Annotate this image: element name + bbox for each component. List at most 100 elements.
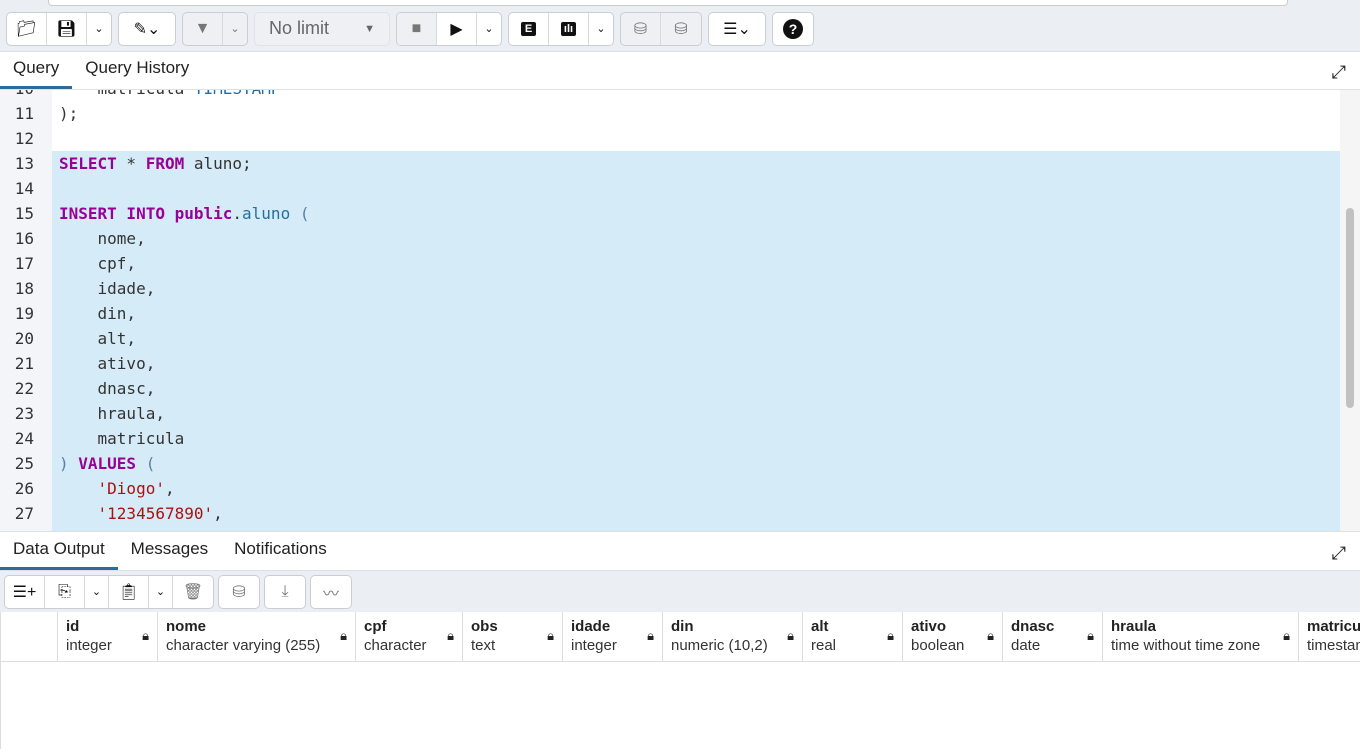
scrollbar-thumb[interactable] — [1346, 208, 1354, 408]
explain-button[interactable]: E — [509, 12, 549, 45]
code-token: aluno — [242, 204, 291, 223]
code-token: ativo, — [59, 354, 156, 373]
download-button[interactable]: ⤓ — [265, 576, 305, 608]
paste-options-button[interactable]: ⌄ — [149, 575, 173, 608]
code-line: 19 din, — [0, 301, 1340, 326]
row-number-header[interactable] — [1, 612, 58, 661]
code-token: , — [213, 504, 223, 523]
line-number: 23 — [14, 404, 34, 423]
code-token: matricula — [59, 429, 185, 448]
code-token: * — [116, 154, 146, 173]
filter-options-button[interactable]: ⌄ — [223, 13, 247, 45]
code-line: 16 nome, — [0, 226, 1340, 251]
tab-query[interactable]: Query — [0, 58, 73, 89]
play-icon: ▶ — [450, 20, 463, 38]
copy-options-button[interactable]: ⌄ — [85, 575, 109, 608]
line-number: 16 — [14, 229, 34, 248]
filter-button[interactable]: ▼ — [183, 12, 223, 45]
save-button[interactable]: 💾︎ — [47, 12, 87, 45]
column-header-obs[interactable]: obs text 🔒︎ — [463, 612, 563, 661]
column-header-idade[interactable]: idade integer 🔒︎ — [563, 612, 663, 661]
trash-icon: 🗑︎ — [182, 583, 204, 601]
code-line: 14 — [0, 176, 1340, 201]
code-line: 22 dnasc, — [0, 376, 1340, 401]
line-chart-icon: 〰 — [322, 585, 339, 603]
tab-data-output[interactable]: Data Output — [0, 539, 118, 570]
code-token: 'Diogo' — [97, 479, 165, 498]
stop-button[interactable]: ■ — [397, 12, 437, 45]
column-type: time without time zone — [1111, 637, 1261, 654]
graph-button[interactable]: 〰 — [311, 576, 351, 608]
add-row-button[interactable]: ☰+ — [5, 575, 45, 608]
column-header-alt[interactable]: alt real 🔒︎ — [803, 612, 903, 661]
help-button[interactable]: ? — [773, 13, 813, 45]
edit-button[interactable]: ✎⌄ — [119, 13, 175, 45]
filter-group: ▼ ⌄ — [182, 11, 248, 46]
expand-icon[interactable]: ⤢ — [1332, 543, 1346, 564]
column-header-id[interactable]: id integer 🔒︎ — [58, 612, 158, 661]
code-text: ) VALUES ( — [59, 451, 155, 476]
editor-scrollbar[interactable] — [1340, 90, 1360, 531]
code-token: TIMESTAMP — [194, 90, 281, 98]
explain-analyze-icon: ılı — [560, 21, 577, 36]
download-group: ⤓ — [264, 574, 306, 609]
column-name: dnasc — [1011, 618, 1055, 635]
copy-icon: ⎘ — [58, 582, 71, 600]
open-file-button[interactable]: 📁︎ — [7, 12, 47, 45]
column-header-hraula[interactable]: hraula time without time zone 🔒︎ — [1103, 612, 1299, 661]
line-number: 26 — [14, 479, 34, 498]
line-number: 27 — [14, 504, 34, 523]
tab-notifications[interactable]: Notifications — [221, 539, 340, 570]
save-data-button[interactable]: ⛁ — [219, 576, 259, 608]
macros-button[interactable]: ☰⌄ — [709, 13, 765, 45]
explain-analyze-button[interactable]: ılı — [549, 12, 589, 45]
rollback-button[interactable]: ⛁ — [661, 13, 701, 45]
code-line: 15 INSERT INTO public.aluno ( — [0, 201, 1340, 226]
execute-button[interactable]: ▶ — [437, 12, 477, 45]
download-icon: ⤓ — [281, 582, 289, 600]
copy-button[interactable]: ⎘ — [45, 575, 85, 608]
column-header-matricula[interactable]: matriculatimestamp🔒︎ — [1299, 612, 1360, 661]
macros-icon: ☰⌄ — [723, 20, 751, 38]
column-type: real — [811, 637, 837, 654]
lock-icon: 🔒︎ — [340, 628, 347, 643]
code-token: idade, — [59, 279, 156, 298]
tab-messages[interactable]: Messages — [118, 539, 221, 570]
line-number: 17 — [14, 254, 34, 273]
save-data-group: ⛁ — [218, 574, 260, 609]
lock-icon: 🔒︎ — [447, 628, 454, 643]
code-token: cpf, — [59, 254, 137, 273]
column-type: integer — [66, 637, 112, 654]
column-header-cpf[interactable]: cpf character 🔒︎ — [356, 612, 463, 661]
explain-group: E ılı ⌄ — [508, 11, 614, 46]
column-type: character varying (255) — [166, 637, 321, 654]
line-number: 15 — [14, 204, 34, 223]
explain-options-button[interactable]: ⌄ — [589, 13, 613, 45]
expand-icon[interactable]: ⤢ — [1332, 62, 1346, 83]
save-options-button[interactable]: ⌄ — [87, 13, 111, 45]
code-line: 26 'Diogo', — [0, 476, 1340, 501]
line-number: 21 — [14, 354, 34, 373]
column-name: obs — [471, 618, 498, 635]
commit-icon: ⛁ — [633, 20, 648, 38]
commit-button[interactable]: ⛁ — [621, 12, 661, 45]
row-group: ☰+ ⎘ ⌄ 📋︎ ⌄ 🗑︎ — [4, 574, 214, 609]
delete-button[interactable]: 🗑︎ — [173, 576, 213, 608]
column-header-dnasc[interactable]: dnasc date 🔒︎ — [1003, 612, 1103, 661]
lock-icon: 🔒︎ — [142, 628, 149, 643]
execute-options-button[interactable]: ⌄ — [477, 13, 501, 45]
column-header-din[interactable]: din numeric (10,2) 🔒︎ — [663, 612, 803, 661]
sql-editor[interactable]: 10 matricula TIMESTAMP11);1213SELECT * F… — [0, 90, 1340, 531]
row-limit-select[interactable]: No limit ▼ — [254, 11, 390, 46]
column-header-nome[interactable]: nome character varying (255) 🔒︎ — [158, 612, 356, 661]
macros-group: ☰⌄ — [708, 11, 766, 46]
code-line: 25) VALUES ( — [0, 451, 1340, 476]
column-header-ativo[interactable]: ativo boolean 🔒︎ — [903, 612, 1003, 661]
code-token: din, — [59, 304, 137, 323]
code-text: matricula TIMESTAMP — [59, 90, 281, 101]
chevron-down-icon: ⌄ — [91, 586, 102, 598]
column-name: id — [66, 618, 80, 635]
code-text: din, — [59, 301, 137, 326]
paste-button[interactable]: 📋︎ — [109, 575, 149, 608]
tab-query-history[interactable]: Query History — [72, 58, 202, 89]
